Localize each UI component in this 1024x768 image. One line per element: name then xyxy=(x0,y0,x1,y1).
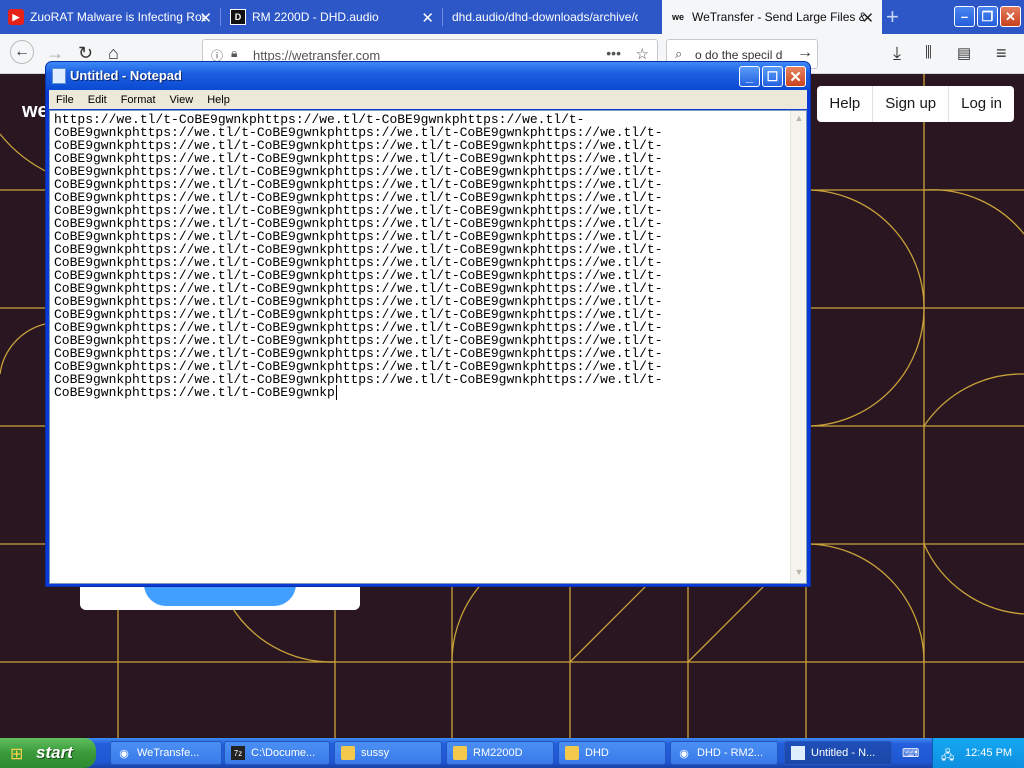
pattern-line xyxy=(0,323,46,375)
pattern-line xyxy=(805,543,925,663)
menu-format[interactable]: Format xyxy=(114,94,163,106)
clock: 12:45 PM xyxy=(965,747,1013,759)
youtube-icon: ▶ xyxy=(8,9,24,25)
login-link[interactable]: Log in xyxy=(948,86,1014,122)
minimize-button[interactable]: _ xyxy=(739,66,760,87)
close-button[interactable]: ✕ xyxy=(785,66,806,87)
tab-rm2200d[interactable]: D RM 2200D - DHD.audio ✕ xyxy=(222,0,442,34)
menu-file[interactable]: File xyxy=(49,94,81,106)
sidebar-icon[interactable]: ▤ xyxy=(957,44,971,62)
system-tray: 🖧︎ 12:45 PM xyxy=(932,738,1024,768)
task-wetransfer[interactable]: ◉ WeTransfe... xyxy=(110,741,222,765)
close-icon[interactable]: ✕ xyxy=(421,9,434,27)
page-actions-icon[interactable]: ••• xyxy=(606,45,621,61)
tab-dhd-archive[interactable]: dhd.audio/dhd-downloads/archive/dh xyxy=(444,0,662,34)
notepad-window: Untitled - Notepad _ ☐ ✕ File Edit Forma… xyxy=(45,61,811,587)
task-label: WeTransfe... xyxy=(137,747,200,759)
tab-zuorat[interactable]: ▶ ZuoRAT Malware is Infecting Rou ✕ xyxy=(0,0,220,34)
keyboard-icon[interactable]: ⌨ xyxy=(902,746,919,760)
scroll-down-icon[interactable]: ▼ xyxy=(793,567,805,581)
pattern-line xyxy=(229,603,336,663)
tab-title: dhd.audio/dhd-downloads/archive/dh xyxy=(452,10,638,24)
dhd-icon: D xyxy=(230,9,246,25)
network-icon[interactable]: 🖧︎ xyxy=(941,746,955,762)
menu-bar: File Edit Format View Help xyxy=(49,90,807,109)
7zip-icon: 7z xyxy=(231,746,245,760)
search-input[interactable]: o do the specil d xyxy=(695,48,782,62)
task-label: RM2200D xyxy=(473,747,523,759)
tab-separator xyxy=(220,8,221,26)
pattern-line xyxy=(923,373,1024,427)
browser-tab-bar: ▶ ZuoRAT Malware is Infecting Rou ✕ D RM… xyxy=(0,0,1024,34)
restore-button[interactable]: ❐ xyxy=(977,6,998,27)
close-icon[interactable]: ✕ xyxy=(199,9,212,27)
start-button[interactable]: ⊞ start xyxy=(0,738,96,768)
notepad-icon xyxy=(52,68,66,84)
window-title: Untitled - Notepad xyxy=(70,68,182,83)
pattern-line xyxy=(923,543,1024,615)
text-editor[interactable]: https://we.tl/t-CoBE9gwnkphttps://we.tl/… xyxy=(49,110,807,584)
tab-separator xyxy=(442,8,443,26)
task-label: DHD - RM2... xyxy=(697,747,763,759)
site-nav: Help Sign up Log in xyxy=(817,86,1014,122)
task-notepad[interactable]: Untitled - N... xyxy=(784,741,892,765)
windows-flag-icon: ⊞ xyxy=(10,746,24,763)
menu-view[interactable]: View xyxy=(163,94,201,106)
notepad-titlebar[interactable]: Untitled - Notepad _ ☐ ✕ xyxy=(46,62,810,90)
scroll-up-icon[interactable]: ▲ xyxy=(793,113,805,127)
task-documents[interactable]: 7z C:\Docume... xyxy=(224,741,330,765)
maximize-button[interactable]: ☐ xyxy=(762,66,783,87)
tab-wetransfer[interactable]: we WeTransfer - Send Large Files & S ✕ xyxy=(662,0,882,34)
back-icon[interactable]: ← xyxy=(10,40,34,64)
pattern-line xyxy=(923,189,1024,235)
new-tab-icon[interactable]: + xyxy=(886,4,899,30)
transfer-button[interactable] xyxy=(144,584,296,606)
editor-text[interactable]: https://we.tl/t-CoBE9gwnkphttps://we.tl/… xyxy=(54,113,663,400)
help-link[interactable]: Help xyxy=(817,86,872,122)
search-go-icon[interactable]: → xyxy=(795,44,813,62)
vertical-scrollbar[interactable]: ▲ ▼ xyxy=(790,111,806,583)
task-label: sussy xyxy=(361,747,390,759)
text-caret xyxy=(335,385,337,400)
menu-edit[interactable]: Edit xyxy=(81,94,114,106)
task-sussy[interactable]: sussy xyxy=(334,741,442,765)
folder-icon xyxy=(565,746,579,760)
close-button[interactable]: ✕ xyxy=(1000,6,1021,27)
close-icon[interactable]: ✕ xyxy=(861,9,874,27)
minimize-button[interactable]: – xyxy=(954,6,975,27)
firefox-icon: ◉ xyxy=(119,747,129,760)
start-label: start xyxy=(36,743,73,762)
task-label: DHD xyxy=(585,747,609,759)
tab-title: ZuoRAT Malware is Infecting Rou xyxy=(30,10,206,24)
lock-icon[interactable]: 🔒︎ xyxy=(231,46,237,61)
task-dhd-rm2[interactable]: ◉ DHD - RM2... xyxy=(670,741,778,765)
download-icon[interactable]: ⤓ xyxy=(893,43,901,64)
folder-icon xyxy=(341,746,355,760)
menu-icon[interactable]: ≡ xyxy=(996,43,1007,64)
task-label: Untitled - N... xyxy=(811,747,876,759)
firefox-icon: ◉ xyxy=(679,747,689,760)
folder-icon xyxy=(453,746,467,760)
search-icon: ⌕ xyxy=(675,46,683,61)
menu-help[interactable]: Help xyxy=(200,94,237,106)
pattern-line xyxy=(805,307,925,427)
tab-title: WeTransfer - Send Large Files & S xyxy=(692,10,864,24)
signup-link[interactable]: Sign up xyxy=(872,86,948,122)
wetransfer-icon: we xyxy=(671,12,684,22)
taskbar: ⊞ start ◉ WeTransfe... 7z C:\Docume... s… xyxy=(0,738,1024,768)
library-icon[interactable]: ⫼ xyxy=(925,44,932,61)
tab-title: RM 2200D - DHD.audio xyxy=(252,10,379,24)
pattern-line xyxy=(805,189,925,309)
task-rm2200d[interactable]: RM2200D xyxy=(446,741,554,765)
task-label: C:\Docume... xyxy=(251,747,316,759)
task-dhd[interactable]: DHD xyxy=(558,741,666,765)
notepad-icon xyxy=(791,746,805,760)
